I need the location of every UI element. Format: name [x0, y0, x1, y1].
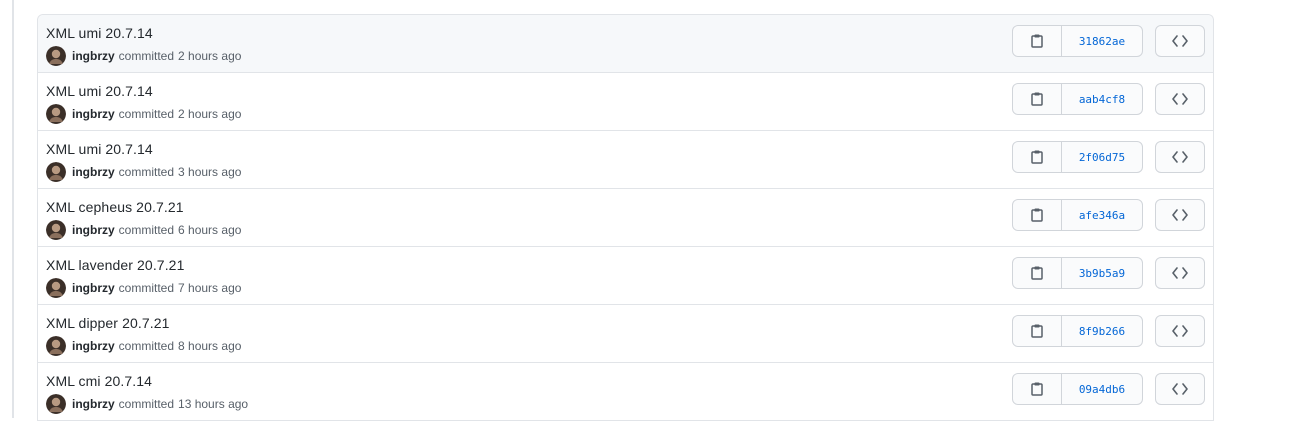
copy-sha-button[interactable]: [1013, 26, 1062, 56]
commit-verb: committed: [118, 165, 175, 179]
browse-repo-button[interactable]: [1155, 257, 1205, 289]
author-link[interactable]: ingbrzy: [72, 397, 115, 411]
clippy-icon: [1031, 266, 1043, 280]
commit-meta: ingbrzy committed 7 hours ago: [46, 278, 241, 298]
commit-row: XML cmi 20.7.14 ingbrzy committed 13 hou…: [38, 363, 1213, 421]
clippy-icon: [1031, 382, 1043, 396]
code-icon: [1172, 383, 1188, 395]
commit-sha-group: 31862ae: [1012, 25, 1143, 57]
commit-sha-link[interactable]: aab4cf8: [1062, 84, 1142, 114]
commit-meta: ingbrzy committed 8 hours ago: [46, 336, 241, 356]
commit-title-link[interactable]: XML dipper 20.7.21: [46, 315, 169, 331]
code-icon: [1172, 93, 1188, 105]
author-avatar[interactable]: [46, 162, 66, 182]
commit-title-link[interactable]: XML cepheus 20.7.21: [46, 199, 184, 215]
commit-meta: ingbrzy committed 2 hours ago: [46, 46, 241, 66]
commit-list: XML umi 20.7.14 ingbrzy committed 2 hour…: [37, 14, 1214, 421]
browse-repo-button[interactable]: [1155, 25, 1205, 57]
commit-title-link[interactable]: XML umi 20.7.14: [46, 83, 153, 99]
copy-sha-button[interactable]: [1013, 316, 1062, 346]
browse-repo-button[interactable]: [1155, 199, 1205, 231]
code-icon: [1172, 151, 1188, 163]
code-icon: [1172, 209, 1188, 221]
commit-time: 13 hours ago: [178, 397, 249, 411]
commit-sha-link[interactable]: 31862ae: [1062, 26, 1142, 56]
author-link[interactable]: ingbrzy: [72, 165, 115, 179]
commit-title-link[interactable]: XML lavender 20.7.21: [46, 257, 184, 273]
author-avatar[interactable]: [46, 220, 66, 240]
commit-row: XML umi 20.7.14 ingbrzy committed 2 hour…: [38, 73, 1213, 131]
commit-time: 8 hours ago: [178, 339, 242, 353]
commit-sha-link[interactable]: 2f06d75: [1062, 142, 1142, 172]
commit-sha-link[interactable]: 09a4db6: [1062, 374, 1142, 404]
commit-meta: ingbrzy committed 2 hours ago: [46, 104, 241, 124]
clippy-icon: [1031, 92, 1043, 106]
author-link[interactable]: ingbrzy: [72, 281, 115, 295]
author-avatar[interactable]: [46, 104, 66, 124]
commit-row: XML cepheus 20.7.21 ingbrzy committed 6 …: [38, 189, 1213, 247]
clippy-icon: [1031, 34, 1043, 48]
author-avatar[interactable]: [46, 46, 66, 66]
copy-sha-button[interactable]: [1013, 142, 1062, 172]
commit-time: 2 hours ago: [178, 107, 242, 121]
commit-title-link[interactable]: XML cmi 20.7.14: [46, 373, 152, 389]
clippy-icon: [1031, 150, 1043, 164]
clippy-icon: [1031, 324, 1043, 338]
browse-repo-button[interactable]: [1155, 83, 1205, 115]
commit-time: 2 hours ago: [178, 49, 242, 63]
commit-row: XML dipper 20.7.21 ingbrzy committed 8 h…: [38, 305, 1213, 363]
author-avatar[interactable]: [46, 278, 66, 298]
commit-verb: committed: [118, 397, 175, 411]
commit-time: 6 hours ago: [178, 223, 242, 237]
commit-verb: committed: [118, 107, 175, 121]
author-link[interactable]: ingbrzy: [72, 49, 115, 63]
commit-sha-group: 09a4db6: [1012, 373, 1143, 405]
commit-sha-link[interactable]: 3b9b5a9: [1062, 258, 1142, 288]
commit-meta: ingbrzy committed 6 hours ago: [46, 220, 241, 240]
commit-sha-group: 3b9b5a9: [1012, 257, 1143, 289]
commit-sha-group: 8f9b266: [1012, 315, 1143, 347]
author-link[interactable]: ingbrzy: [72, 107, 115, 121]
browse-repo-button[interactable]: [1155, 141, 1205, 173]
code-icon: [1172, 35, 1188, 47]
commit-meta: ingbrzy committed 13 hours ago: [46, 394, 248, 414]
clippy-icon: [1031, 208, 1043, 222]
timeline-rule: [12, 0, 14, 418]
code-icon: [1172, 267, 1188, 279]
commit-sha-group: 2f06d75: [1012, 141, 1143, 173]
commit-verb: committed: [118, 49, 175, 63]
author-avatar[interactable]: [46, 336, 66, 356]
commit-title-link[interactable]: XML umi 20.7.14: [46, 25, 153, 41]
commit-row: XML umi 20.7.14 ingbrzy committed 3 hour…: [38, 131, 1213, 189]
commit-sha-link[interactable]: afe346a: [1062, 200, 1142, 230]
commit-time: 7 hours ago: [178, 281, 242, 295]
author-link[interactable]: ingbrzy: [72, 223, 115, 237]
copy-sha-button[interactable]: [1013, 258, 1062, 288]
commit-row: XML umi 20.7.14 ingbrzy committed 2 hour…: [38, 15, 1213, 73]
commit-row: XML lavender 20.7.21 ingbrzy committed 7…: [38, 247, 1213, 305]
copy-sha-button[interactable]: [1013, 200, 1062, 230]
commit-sha-group: afe346a: [1012, 199, 1143, 231]
browse-repo-button[interactable]: [1155, 373, 1205, 405]
browse-repo-button[interactable]: [1155, 315, 1205, 347]
author-avatar[interactable]: [46, 394, 66, 414]
commit-title-link[interactable]: XML umi 20.7.14: [46, 141, 153, 157]
author-link[interactable]: ingbrzy: [72, 339, 115, 353]
commit-time: 3 hours ago: [178, 165, 242, 179]
commit-meta: ingbrzy committed 3 hours ago: [46, 162, 241, 182]
commit-verb: committed: [118, 223, 175, 237]
commit-sha-group: aab4cf8: [1012, 83, 1143, 115]
commit-verb: committed: [118, 281, 175, 295]
code-icon: [1172, 325, 1188, 337]
copy-sha-button[interactable]: [1013, 374, 1062, 404]
commit-verb: committed: [118, 339, 175, 353]
copy-sha-button[interactable]: [1013, 84, 1062, 114]
commit-sha-link[interactable]: 8f9b266: [1062, 316, 1142, 346]
